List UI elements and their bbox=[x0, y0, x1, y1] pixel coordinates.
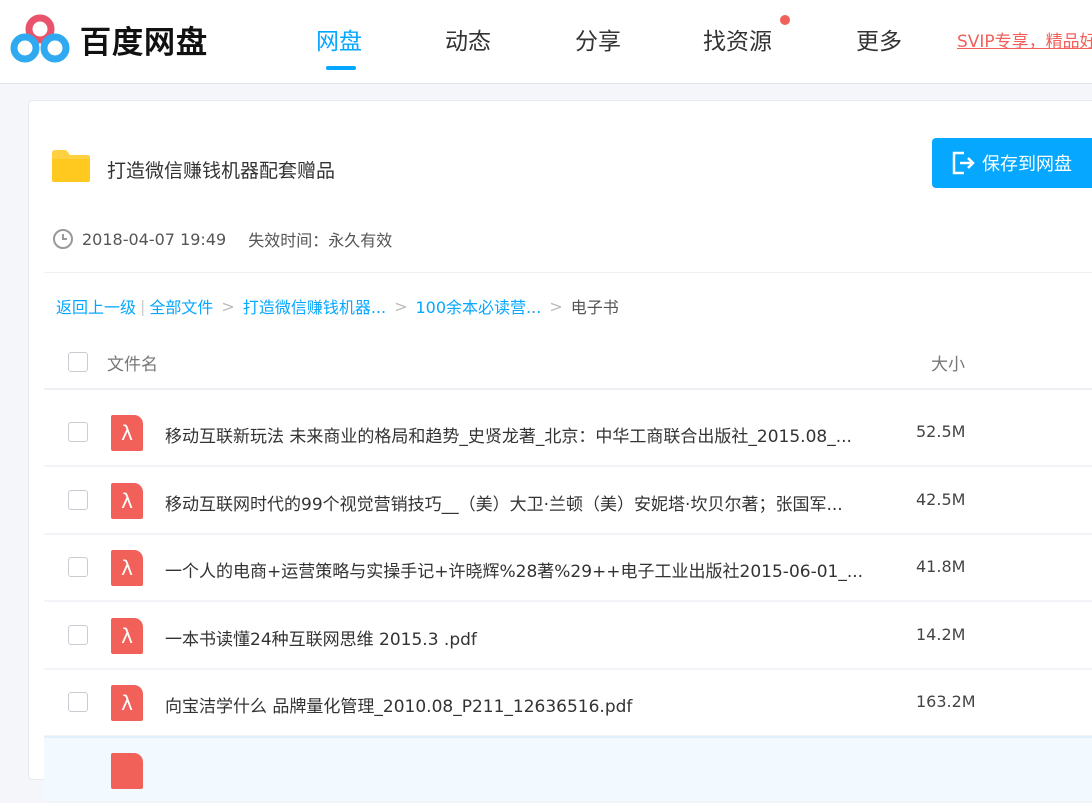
breadcrumb: 返回上一级 | 全部文件 > 打造微信赚钱机器... > 100余本必读营...… bbox=[56, 294, 619, 318]
crumb-folder-1[interactable]: 打造微信赚钱机器... bbox=[243, 294, 386, 318]
pdf-icon: λ bbox=[111, 415, 143, 451]
row-checkbox[interactable] bbox=[68, 557, 88, 577]
file-name[interactable]: 一本书读懂24种互联网思维 2015.3 .pdf bbox=[165, 625, 477, 650]
file-name[interactable]: 移动互联新玩法 未来商业的格局和趋势_史贤龙著_北京：中华工商联合出版社_201… bbox=[165, 422, 852, 447]
share-meta: 2018-04-07 19:49 失效时间：永久有效 bbox=[52, 227, 392, 251]
pdf-icon: λ bbox=[111, 685, 143, 721]
share-date: 2018-04-07 19:49 bbox=[82, 229, 227, 249]
nav-find-resources[interactable]: 找资源 bbox=[703, 22, 772, 56]
baidu-cloud-logo-icon bbox=[10, 14, 70, 63]
divider bbox=[44, 272, 1092, 273]
table-row[interactable]: λ 向宝洁学什么 品牌量化管理_2010.08_P211_12636516.pd… bbox=[44, 670, 1092, 737]
expire-text: 失效时间：永久有效 bbox=[248, 231, 393, 250]
row-checkbox[interactable] bbox=[68, 692, 88, 712]
file-size: 14.2M bbox=[916, 624, 966, 644]
crumb-folder-2[interactable]: 100余本必读营... bbox=[416, 294, 542, 318]
table-row[interactable]: λ 一个人的电商+运营策略与实操手记+许晓辉%28著%29++电子工业出版社20… bbox=[44, 535, 1092, 602]
nav-activity[interactable]: 动态 bbox=[445, 22, 491, 56]
svip-promo-link[interactable]: SVIP专享，精品好 bbox=[957, 27, 1092, 52]
share-title: 打造微信赚钱机器配套赠品 bbox=[107, 160, 336, 182]
table-row[interactable] bbox=[44, 736, 1092, 803]
nav-more[interactable]: 更多 bbox=[856, 22, 902, 56]
col-header-name[interactable]: 文件名 bbox=[107, 350, 158, 375]
table-row[interactable]: λ 移动互联新玩法 未来商业的格局和趋势_史贤龙著_北京：中华工商联合出版社_2… bbox=[44, 400, 1092, 467]
top-header: 百度网盘 网盘 动态 分享 找资源 更多 SVIP专享，精品好 bbox=[0, 0, 1092, 84]
nav-netdisk[interactable]: 网盘 bbox=[316, 22, 362, 56]
pdf-icon bbox=[111, 753, 143, 789]
crumb-all-files[interactable]: 全部文件 bbox=[149, 294, 213, 318]
folder-icon bbox=[52, 150, 90, 182]
row-checkbox[interactable] bbox=[68, 422, 88, 442]
nav-share[interactable]: 分享 bbox=[575, 22, 621, 56]
col-header-size[interactable]: 大小 bbox=[931, 350, 965, 375]
crumb-sep: > bbox=[394, 296, 408, 316]
save-label: 保存到网盘 bbox=[982, 154, 1072, 175]
pdf-icon: λ bbox=[111, 550, 143, 586]
table-row[interactable]: λ 一本书读懂24种互联网思维 2015.3 .pdf 14.2M bbox=[44, 603, 1092, 670]
logo-text: 百度网盘 bbox=[80, 24, 208, 61]
file-name[interactable]: 一个人的电商+运营策略与实操手记+许晓辉%28著%29++电子工业出版社2015… bbox=[165, 557, 863, 582]
table-row[interactable]: λ 移动互联网时代的99个视觉营销技巧__（美）大卫·兰顿（美）安妮塔·坎贝尔著… bbox=[44, 468, 1092, 535]
nav-active-indicator bbox=[326, 66, 356, 70]
row-checkbox[interactable] bbox=[68, 624, 88, 645]
logo[interactable]: 百度网盘 bbox=[10, 14, 208, 64]
back-link[interactable]: 返回上一级 bbox=[56, 294, 136, 318]
header-divider bbox=[44, 388, 1092, 390]
crumb-sep: > bbox=[221, 296, 235, 316]
save-icon bbox=[952, 151, 975, 175]
select-all-checkbox[interactable] bbox=[68, 352, 88, 372]
file-size: 41.8M bbox=[916, 557, 966, 576]
crumb-current: 电子书 bbox=[570, 298, 619, 317]
file-size: 42.5M bbox=[916, 489, 966, 509]
row-checkbox[interactable] bbox=[68, 489, 88, 510]
file-name[interactable]: 移动互联网时代的99个视觉营销技巧__（美）大卫·兰顿（美）安妮塔·坎贝尔著；张… bbox=[165, 490, 843, 515]
save-to-netdisk-button[interactable]: 保存到网盘 bbox=[932, 138, 1092, 188]
crumb-sep: > bbox=[549, 296, 563, 316]
file-size: 163.2M bbox=[916, 692, 976, 711]
notification-dot bbox=[780, 15, 790, 25]
crumb-divider: | bbox=[140, 296, 146, 316]
file-name[interactable]: 向宝洁学什么 品牌量化管理_2010.08_P211_12636516.pdf bbox=[165, 692, 632, 717]
clock-icon bbox=[53, 229, 73, 249]
file-size: 52.5M bbox=[916, 422, 966, 441]
pdf-icon: λ bbox=[111, 617, 143, 654]
pdf-icon: λ bbox=[111, 482, 143, 519]
